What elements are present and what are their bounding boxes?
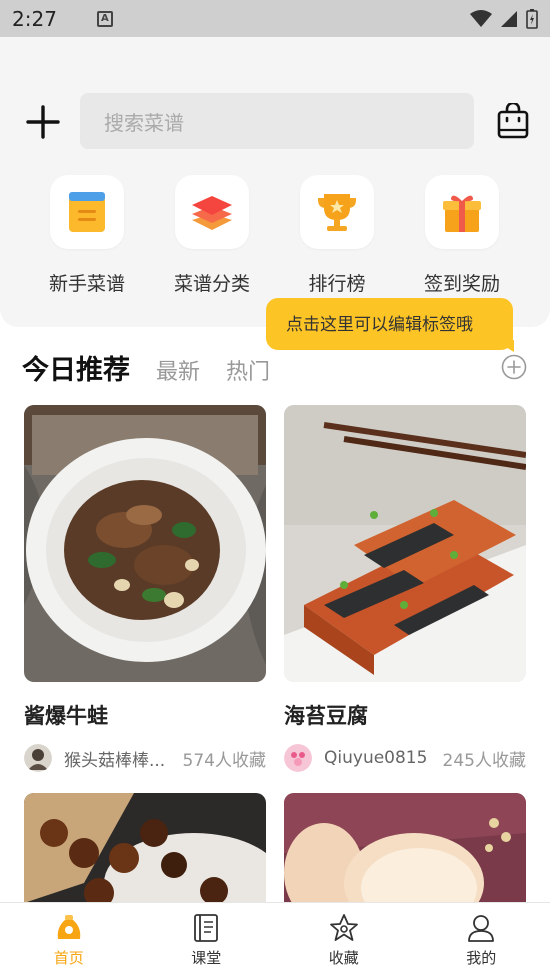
tab-latest[interactable]: 最新: [156, 362, 200, 388]
status-bar: 2:27 A: [0, 0, 550, 37]
layers-icon: [192, 196, 232, 230]
nav-label: 课堂: [191, 949, 222, 967]
trophy-icon: [318, 194, 356, 231]
recipe-card[interactable]: [24, 793, 266, 913]
gift-icon: [443, 195, 481, 232]
book-icon: [194, 914, 219, 942]
nav-home[interactable]: 首页: [0, 903, 138, 979]
frog-dish-photo: [24, 405, 266, 682]
quick-tile: [300, 175, 374, 249]
recipe-meta: Qiuyue0815 245人收藏: [284, 744, 526, 772]
nav-favorites[interactable]: 收藏: [275, 903, 413, 979]
quick-rankings[interactable]: 排行榜: [275, 175, 399, 296]
recipe-image[interactable]: [24, 405, 266, 682]
recipe-title: 酱爆牛蛙: [24, 704, 108, 728]
author-avatar[interactable]: [284, 744, 312, 772]
recipe-card[interactable]: 酱爆牛蛙 猴头菇棒棒... 574人收藏: [24, 405, 266, 772]
battery-icon: [526, 8, 538, 29]
search-placeholder: 搜索菜谱: [104, 110, 184, 135]
add-tag-circle-icon[interactable]: [501, 354, 527, 380]
tooltip-tail: [494, 340, 514, 352]
nav-label: 首页: [53, 949, 84, 967]
favorite-count: 574人收藏: [182, 750, 266, 771]
quick-tile: [50, 175, 124, 249]
header-panel: 搜索菜谱 新手菜谱 菜谱分类 排行榜 签到奖励: [0, 37, 550, 327]
recipe-title: 海苔豆腐: [284, 704, 368, 728]
search-input[interactable]: 搜索菜谱: [80, 93, 474, 149]
recipe-image[interactable]: [284, 793, 526, 913]
shopping-bag-icon[interactable]: [496, 103, 530, 139]
recipe-meta: 猴头菇棒棒... 574人收藏: [24, 744, 266, 772]
recipe-image[interactable]: [284, 405, 526, 682]
nav-label: 我的: [466, 949, 497, 967]
home-chef-icon: [57, 915, 81, 939]
quick-label: 签到奖励: [423, 273, 500, 295]
bottom-navigation: 首页 课堂 收藏 我的: [0, 902, 550, 979]
signal-icon: [501, 10, 517, 27]
nav-profile[interactable]: 我的: [413, 903, 550, 979]
recipe-card[interactable]: [284, 793, 526, 913]
author-avatar[interactable]: [24, 744, 52, 772]
star-icon: [329, 914, 358, 941]
tooltip-text: 点击这里可以编辑标签哦: [286, 314, 473, 335]
quick-label: 新手菜谱: [48, 273, 125, 295]
nav-classroom[interactable]: 课堂: [138, 903, 276, 979]
quick-checkin-rewards[interactable]: 签到奖励: [400, 175, 524, 296]
quick-tile: [175, 175, 249, 249]
chestnut-dish-photo: [24, 793, 266, 913]
notification-badge-icon: A: [96, 10, 113, 27]
tab-today-recommend[interactable]: 今日推荐: [22, 357, 130, 388]
bread-dish-photo: [284, 793, 526, 913]
recipe-image[interactable]: [24, 793, 266, 913]
quick-newbie-recipes[interactable]: 新手菜谱: [25, 175, 149, 296]
tab-popular[interactable]: 热门: [226, 362, 270, 388]
quick-label: 排行榜: [308, 273, 366, 295]
wifi-icon: [470, 9, 492, 27]
edit-tags-tooltip[interactable]: 点击这里可以编辑标签哦: [266, 298, 513, 350]
favorite-count: 245人收藏: [442, 750, 526, 771]
quick-tile: [425, 175, 499, 249]
add-plus-icon[interactable]: [24, 103, 62, 141]
author-name[interactable]: Qiuyue0815: [324, 748, 442, 768]
feed-tabs: 今日推荐 最新 热门: [22, 348, 270, 388]
user-icon: [468, 915, 495, 942]
app-screen: 2:27 A 搜索菜谱 新手菜谱 菜谱分类 排行榜 签到奖励 点击这里可以编辑标…: [0, 0, 550, 979]
tofu-dish-photo: [284, 405, 526, 682]
quick-label: 菜谱分类: [173, 273, 250, 295]
quick-recipe-categories[interactable]: 菜谱分类: [150, 175, 274, 296]
status-icons: [470, 8, 538, 29]
nav-label: 收藏: [328, 949, 359, 967]
recipe-card[interactable]: 海苔豆腐 Qiuyue0815 245人收藏: [284, 405, 526, 772]
clipboard-icon: [69, 192, 105, 232]
status-time: 2:27: [12, 6, 57, 31]
author-name[interactable]: 猴头菇棒棒...: [64, 746, 182, 771]
